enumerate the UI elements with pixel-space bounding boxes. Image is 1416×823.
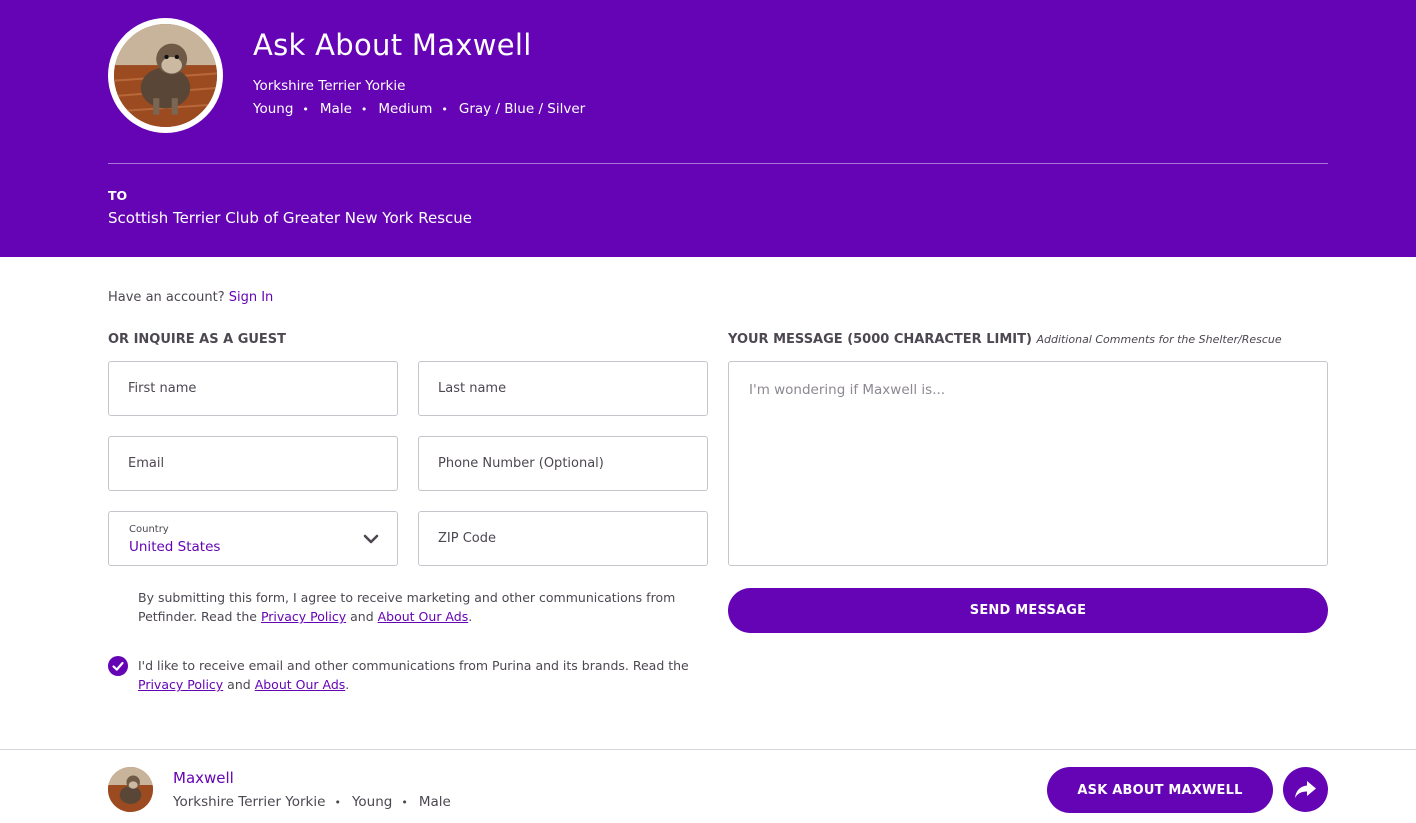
about-our-ads-link[interactable]: About Our Ads bbox=[378, 609, 469, 624]
pet-attributes: Young • Male • Medium • Gray / Blue / Si… bbox=[253, 101, 585, 118]
last-name-field bbox=[418, 361, 708, 416]
first-name-input[interactable] bbox=[109, 362, 397, 415]
country-label: Country bbox=[129, 524, 169, 535]
message-title: YOUR MESSAGE (5000 CHARACTER LIMIT) bbox=[728, 332, 1032, 347]
pet-avatar bbox=[108, 18, 223, 133]
pet-sex: Male bbox=[319, 101, 352, 117]
to-label: TO bbox=[108, 188, 128, 203]
consent-period: . bbox=[468, 609, 473, 624]
message-section-title: YOUR MESSAGE (5000 CHARACTER LIMIT) Addi… bbox=[728, 332, 1282, 347]
pet-avatar-small bbox=[108, 767, 153, 812]
bottom-bar-divider bbox=[0, 749, 1416, 750]
pet-sex: Male bbox=[418, 794, 451, 810]
share-button[interactable] bbox=[1283, 767, 1328, 812]
country-select[interactable]: Country United States bbox=[108, 511, 398, 566]
separator-dot: • bbox=[360, 103, 368, 116]
email-field bbox=[108, 436, 398, 491]
pet-breed: Yorkshire Terrier Yorkie bbox=[173, 794, 326, 810]
last-name-input[interactable] bbox=[419, 362, 707, 415]
first-name-field bbox=[108, 361, 398, 416]
consent-and: and bbox=[350, 609, 374, 624]
pet-color: Gray / Blue / Silver bbox=[458, 101, 586, 117]
send-message-button[interactable]: SEND MESSAGE bbox=[728, 588, 1328, 633]
pet-breed: Yorkshire Terrier Yorkie bbox=[253, 78, 406, 94]
consent-period: . bbox=[345, 677, 350, 692]
privacy-policy-link[interactable]: Privacy Policy bbox=[261, 609, 346, 624]
share-icon bbox=[1295, 781, 1316, 798]
dog-photo-image bbox=[108, 767, 153, 812]
ask-about-pet-button[interactable]: ASK ABOUT MAXWELL bbox=[1047, 767, 1273, 813]
separator-dot: • bbox=[334, 796, 341, 809]
phone-input[interactable] bbox=[419, 437, 707, 490]
zip-field bbox=[418, 511, 708, 566]
privacy-policy-link[interactable]: Privacy Policy bbox=[138, 677, 223, 692]
pet-age: Young bbox=[351, 794, 393, 810]
sign-in-link[interactable]: Sign In bbox=[229, 290, 274, 305]
consent-text: I'd like to receive email and other comm… bbox=[138, 658, 689, 673]
header-divider bbox=[108, 163, 1328, 164]
pet-age: Young bbox=[253, 101, 294, 117]
chevron-down-icon bbox=[363, 534, 379, 544]
email-input[interactable] bbox=[109, 437, 397, 490]
petfinder-consent-text: By submitting this form, I agree to rece… bbox=[138, 588, 708, 626]
message-subtitle: Additional Comments for the Shelter/Resc… bbox=[1036, 333, 1282, 346]
page-title: Ask About Maxwell bbox=[253, 28, 532, 62]
purina-consent-text: I'd like to receive email and other comm… bbox=[138, 656, 708, 694]
pet-size: Medium bbox=[378, 101, 433, 117]
zip-input[interactable] bbox=[419, 512, 707, 565]
separator-dot: • bbox=[441, 103, 448, 116]
consent-and: and bbox=[227, 677, 251, 692]
dog-photo-image bbox=[114, 24, 217, 127]
guest-section-title: OR INQUIRE AS A GUEST bbox=[108, 332, 287, 347]
separator-dot: • bbox=[302, 103, 309, 116]
phone-field bbox=[418, 436, 708, 491]
message-textarea[interactable] bbox=[729, 362, 1327, 565]
pet-header: Ask About Maxwell Yorkshire Terrier York… bbox=[0, 0, 1416, 257]
purina-consent-checkbox[interactable] bbox=[108, 656, 128, 676]
check-icon bbox=[112, 661, 124, 671]
recipient-organization: Scottish Terrier Club of Greater New Yor… bbox=[108, 209, 473, 227]
separator-dot: • bbox=[401, 796, 408, 809]
message-field bbox=[728, 361, 1328, 566]
about-our-ads-link[interactable]: About Our Ads bbox=[255, 677, 346, 692]
account-prompt: Have an account? bbox=[108, 290, 225, 305]
bottom-pet-attributes: Yorkshire Terrier Yorkie • Young • Male bbox=[173, 794, 451, 811]
country-value: United States bbox=[129, 539, 221, 555]
account-prompt-line: Have an account? Sign In bbox=[108, 290, 273, 305]
bottom-pet-name: Maxwell bbox=[173, 769, 234, 787]
